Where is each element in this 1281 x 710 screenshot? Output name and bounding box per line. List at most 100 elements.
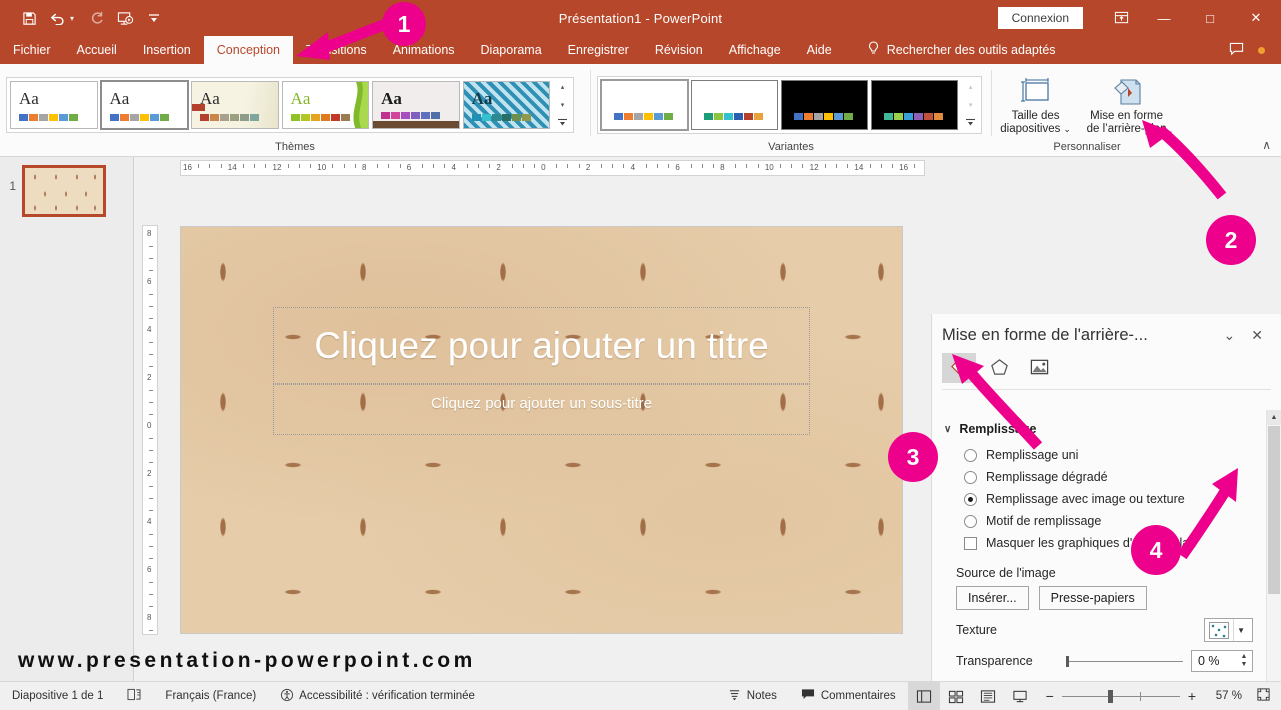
hide-background-graphics-checkbox[interactable]: Masquer les graphiques d'arrière-plan: [944, 532, 1253, 554]
slider-thumb[interactable]: [1066, 655, 1069, 667]
ruler-tick-mark: [149, 354, 153, 355]
slide-size-chevron-down-icon[interactable]: ⌄: [1063, 123, 1071, 136]
slide-canvas[interactable]: Cliquez pour ajouter un titre Cliquez po…: [181, 227, 902, 633]
tab-fichier[interactable]: Fichier: [0, 36, 64, 64]
ruler-tick-mark: [149, 294, 153, 295]
variant-thumb-2[interactable]: [691, 79, 779, 130]
theme-aa-label: Aa: [109, 88, 130, 108]
gradient-fill-radio[interactable]: Remplissage dégradé: [944, 466, 1253, 488]
slide-size-button[interactable]: Taille des diapositives ⌄: [998, 70, 1073, 136]
scrollbar-thumb[interactable]: [1268, 426, 1280, 594]
pattern-fill-radio[interactable]: Motif de remplissage: [944, 510, 1253, 532]
clipboard-image-button[interactable]: Presse-papiers: [1038, 586, 1147, 610]
notes-button[interactable]: Notes: [716, 682, 789, 710]
zoom-slider[interactable]: [1061, 689, 1180, 703]
picture-tab[interactable]: [1022, 353, 1056, 383]
normal-view-button[interactable]: [907, 681, 940, 710]
tab-transitions[interactable]: Transitions: [293, 36, 380, 64]
tab-accueil[interactable]: Accueil: [64, 36, 130, 64]
zoom-out-button[interactable]: −: [1046, 688, 1054, 704]
fill-section-header[interactable]: ∨ Remplissage: [944, 416, 1253, 444]
ribbon-display-options-icon[interactable]: [1101, 1, 1141, 35]
theme-thumb-3[interactable]: Aa: [191, 80, 279, 129]
pane-close-icon[interactable]: ✕: [1243, 327, 1271, 344]
transparency-spinner[interactable]: 0 % ▲ ▼: [1191, 650, 1253, 672]
ruler-tick-label: 8: [362, 163, 367, 172]
variants-more-icon[interactable]: [963, 114, 978, 132]
slideshow-view-button[interactable]: [1004, 682, 1036, 710]
ruler-tick-mark: [746, 164, 748, 168]
variant-thumb-3[interactable]: [781, 79, 869, 130]
theme-aa-label: Aa: [381, 88, 402, 108]
close-button[interactable]: ✕: [1233, 1, 1279, 35]
reading-view-button[interactable]: [972, 682, 1004, 710]
comments-button[interactable]: Commentaires: [789, 682, 908, 710]
themes-more-icon[interactable]: [555, 114, 570, 132]
tab-affichage[interactable]: Affichage: [716, 36, 794, 64]
scroll-up-arrow-icon[interactable]: ▲: [1267, 410, 1281, 425]
transparency-slider[interactable]: [1066, 655, 1191, 667]
undo-icon[interactable]: [45, 6, 71, 30]
background-format-button[interactable]: Mise en forme de l’arrière-plan: [1077, 70, 1176, 136]
tab-diaporama[interactable]: Diaporama: [468, 36, 555, 64]
theme-thumb-5[interactable]: Aa: [372, 80, 460, 129]
tab-insertion[interactable]: Insertion: [130, 36, 204, 64]
texture-dropdown[interactable]: ▼: [1204, 618, 1253, 642]
minimize-button[interactable]: —: [1141, 1, 1187, 35]
solid-fill-radio[interactable]: Remplissage uni: [944, 444, 1253, 466]
theme-thumb-6[interactable]: Aa: [462, 80, 551, 129]
redo-icon[interactable]: [83, 6, 109, 30]
tell-me-search[interactable]: Rechercher des outils adaptés: [845, 36, 1056, 64]
customize-qat-icon[interactable]: [141, 6, 167, 30]
theme-thumb-2[interactable]: Aa: [99, 79, 190, 130]
picture-texture-fill-radio[interactable]: Remplissage avec image ou texture: [944, 488, 1253, 510]
variant-thumb-4[interactable]: [871, 79, 959, 130]
variant-thumb-1[interactable]: [599, 78, 690, 131]
chevron-down-icon[interactable]: ▼: [1233, 619, 1252, 641]
ruler-tick-label: 2: [147, 373, 152, 382]
accessibility-indicator[interactable]: Accessibilité : vérification terminée: [268, 682, 487, 710]
zoom-slider-thumb[interactable]: [1107, 689, 1113, 703]
tab-aide[interactable]: Aide: [794, 36, 845, 64]
sign-in-button[interactable]: Connexion: [997, 7, 1083, 29]
themes-group-label: Thèmes: [275, 141, 315, 153]
slide-thumbnail-1[interactable]: [22, 165, 106, 217]
tab-enregistrer[interactable]: Enregistrer: [555, 36, 642, 64]
theme-thumb-4[interactable]: Aa: [281, 80, 370, 129]
title-placeholder[interactable]: Cliquez pour ajouter un titre: [273, 307, 810, 384]
themes-scroll-up-icon[interactable]: ▴: [555, 78, 570, 96]
variants-scroll-down-icon[interactable]: ▾: [963, 96, 978, 114]
zoom-in-button[interactable]: +: [1188, 688, 1196, 704]
comments-icon[interactable]: [1229, 42, 1244, 59]
maximize-button[interactable]: □: [1187, 1, 1233, 35]
effects-tab[interactable]: [982, 353, 1016, 383]
tab-revision[interactable]: Révision: [642, 36, 716, 64]
save-icon[interactable]: [16, 6, 42, 30]
collapse-ribbon-icon[interactable]: ∧: [1262, 138, 1271, 152]
ruler-tick-mark: [149, 498, 153, 499]
slide-sorter-view-button[interactable]: [940, 682, 972, 710]
gradient-fill-label: Remplissage dégradé: [986, 470, 1108, 484]
fit-to-window-button[interactable]: [1250, 687, 1271, 705]
theme-swatches: [381, 111, 441, 119]
fill-tab[interactable]: [942, 353, 976, 383]
pane-options-chevron-icon[interactable]: ⌄: [1216, 327, 1244, 344]
variants-scroll-up-icon[interactable]: ▴: [963, 78, 978, 96]
theme-thumb-1[interactable]: Aa: [10, 80, 98, 129]
theme-swatches: [290, 113, 350, 121]
tab-conception[interactable]: Conception: [203, 36, 294, 64]
language-indicator[interactable]: Français (France): [153, 682, 268, 710]
insert-image-button[interactable]: Insérer...: [956, 586, 1029, 610]
ruler-tick-label: 8: [147, 229, 152, 238]
pane-vertical-scrollbar[interactable]: ▲ ▼: [1266, 410, 1281, 710]
themes-scroll-down-icon[interactable]: ▾: [555, 96, 570, 114]
spinner-arrows[interactable]: ▲▼: [1237, 651, 1251, 671]
vertical-ruler[interactable]: 8 6 4 2 0 2 4 6 8: [142, 225, 158, 635]
horizontal-ruler[interactable]: 16 14 12 10 8 6 4 2 0 2 4 6 8 10 12 14 16: [180, 160, 925, 176]
ruler-tick-mark: [149, 630, 153, 631]
subtitle-placeholder[interactable]: Cliquez pour ajouter un sous-titre: [273, 384, 810, 435]
slide-counter[interactable]: Diapositive 1 de 1: [0, 682, 115, 710]
undo-dropdown-icon[interactable]: ▾: [70, 14, 80, 23]
slide-notes-indicator[interactable]: [115, 682, 153, 710]
start-slideshow-icon[interactable]: [112, 6, 138, 30]
